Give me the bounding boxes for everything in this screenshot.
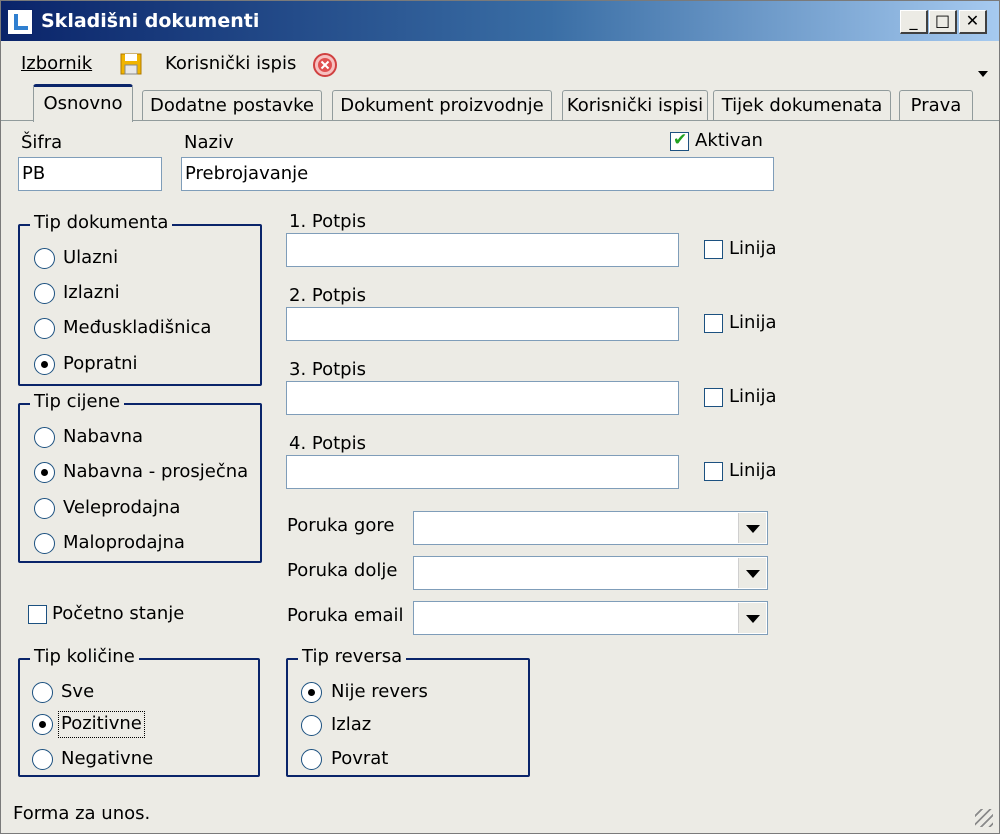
menu-izbornik[interactable]: Izbornik bbox=[21, 53, 92, 74]
naziv-input[interactable]: Prebrojavanje bbox=[181, 157, 774, 191]
radio-pozitivne[interactable] bbox=[32, 714, 53, 735]
cancel-icon[interactable] bbox=[312, 52, 338, 78]
radio-popratni[interactable] bbox=[34, 354, 55, 375]
radio-pozitivne-label: Pozitivne bbox=[61, 713, 142, 734]
radio-ulazni[interactable] bbox=[34, 248, 55, 269]
menu-bar: Izbornik Korisnički ispis bbox=[1, 45, 999, 83]
chevron-down-icon[interactable] bbox=[738, 558, 766, 588]
window: Skladišni dokumenti _ □ ✕ Izbornik Koris… bbox=[0, 0, 1000, 834]
tip-kolicine-title: Tip količine bbox=[30, 646, 139, 667]
radio-izlaz-label: Izlaz bbox=[331, 714, 372, 735]
radio-nabavna[interactable] bbox=[34, 427, 55, 448]
radio-izlazni[interactable] bbox=[34, 283, 55, 304]
potpis-2-linija-checkbox[interactable] bbox=[704, 314, 723, 333]
aktivan-label: Aktivan bbox=[695, 130, 763, 151]
tab-divider bbox=[1, 120, 999, 121]
potpis-1-label: 1. Potpis bbox=[289, 211, 366, 232]
potpis-3-linija-checkbox[interactable] bbox=[704, 388, 723, 407]
radio-nije-revers-label: Nije revers bbox=[331, 681, 428, 702]
tab-tijek-dokumenata[interactable]: Tijek dokumenata bbox=[713, 90, 891, 120]
potpis-1-input[interactable] bbox=[286, 233, 679, 267]
maximize-button[interactable]: □ bbox=[929, 10, 957, 34]
potpis-2-input[interactable] bbox=[286, 307, 679, 341]
status-text: Forma za unos. bbox=[13, 803, 151, 824]
radio-negativne-label: Negativne bbox=[61, 748, 154, 769]
radio-ulazni-label: Ulazni bbox=[63, 247, 119, 268]
tab-osnovno[interactable]: Osnovno bbox=[33, 84, 133, 122]
radio-nije-revers[interactable] bbox=[301, 682, 322, 703]
naziv-label: Naziv bbox=[184, 132, 234, 153]
radio-izlazni-label: Izlazni bbox=[63, 282, 120, 303]
sifra-label: Šifra bbox=[21, 132, 63, 153]
chevron-down-icon[interactable] bbox=[738, 603, 766, 633]
radio-maloprodajna-label: Maloprodajna bbox=[63, 532, 185, 553]
poruka-email-select[interactable] bbox=[413, 601, 768, 635]
poruka-email-label: Poruka email bbox=[287, 605, 404, 626]
overflow-arrow-icon[interactable] bbox=[978, 71, 988, 77]
potpis-4-label: 4. Potpis bbox=[289, 433, 366, 454]
tab-prava[interactable]: Prava bbox=[899, 90, 973, 120]
radio-maloprodajna[interactable] bbox=[34, 533, 55, 554]
radio-negativne[interactable] bbox=[32, 749, 53, 770]
close-button[interactable]: ✕ bbox=[959, 10, 987, 34]
status-bar: Forma za unos. bbox=[1, 793, 999, 833]
potpis-4-linija-label: Linija bbox=[729, 460, 777, 481]
menu-korisnicki-ispis[interactable]: Korisnički ispis bbox=[165, 53, 296, 74]
tip-dokumenta-title: Tip dokumenta bbox=[30, 212, 173, 233]
radio-popratni-label: Popratni bbox=[63, 353, 138, 374]
save-icon[interactable] bbox=[119, 52, 143, 76]
tab-strip: Osnovno Dodatne postavke Dokument proizv… bbox=[1, 84, 999, 122]
potpis-3-label: 3. Potpis bbox=[289, 359, 366, 380]
radio-sve[interactable] bbox=[32, 682, 53, 703]
tip-reversa-title: Tip reversa bbox=[298, 646, 407, 667]
radio-nabavna-prosjecna-label: Nabavna - prosječna bbox=[63, 461, 249, 482]
sifra-input[interactable]: PB bbox=[18, 157, 162, 191]
potpis-3-linija-label: Linija bbox=[729, 386, 777, 407]
minimize-button[interactable]: _ bbox=[900, 10, 928, 34]
potpis-3-input[interactable] bbox=[286, 381, 679, 415]
radio-sve-label: Sve bbox=[61, 681, 95, 702]
poruka-gore-select[interactable] bbox=[413, 511, 768, 545]
poruka-dolje-select[interactable] bbox=[413, 556, 768, 590]
radio-nabavna-prosjecna[interactable] bbox=[34, 462, 55, 483]
pocetno-stanje-checkbox[interactable] bbox=[28, 605, 47, 624]
tab-dokument-proizvodnje[interactable]: Dokument proizvodnje bbox=[332, 90, 552, 120]
radio-nabavna-label: Nabavna bbox=[63, 426, 144, 447]
tab-dodatne-postavke[interactable]: Dodatne postavke bbox=[142, 90, 322, 120]
potpis-2-linija-label: Linija bbox=[729, 312, 777, 333]
radio-izlaz[interactable] bbox=[301, 715, 322, 736]
resize-grip-icon[interactable] bbox=[975, 809, 993, 827]
menu-izbornik-label: Izbornik bbox=[21, 53, 93, 74]
tab-korisnicki-ispisi[interactable]: Korisnički ispisi bbox=[562, 90, 708, 120]
pocetno-stanje-label: Početno stanje bbox=[52, 603, 185, 624]
chevron-down-icon[interactable] bbox=[738, 513, 766, 543]
radio-meduskladisnica-label: Međuskladišnica bbox=[63, 317, 212, 338]
potpis-4-input[interactable] bbox=[286, 455, 679, 489]
window-title: Skladišni dokumenti bbox=[41, 10, 260, 32]
radio-povrat-label: Povrat bbox=[331, 748, 389, 769]
radio-veleprodajna[interactable] bbox=[34, 498, 55, 519]
tip-reversa-group: Tip reversa bbox=[286, 646, 530, 777]
radio-povrat[interactable] bbox=[301, 749, 322, 770]
potpis-1-linija-label: Linija bbox=[729, 238, 777, 259]
potpis-4-linija-checkbox[interactable] bbox=[704, 462, 723, 481]
potpis-1-linija-checkbox[interactable] bbox=[704, 240, 723, 259]
tip-cijene-title: Tip cijene bbox=[30, 391, 125, 412]
poruka-gore-label: Poruka gore bbox=[287, 515, 395, 536]
title-bar[interactable]: Skladišni dokumenti _ □ ✕ bbox=[1, 1, 999, 41]
radio-meduskladisnica[interactable] bbox=[34, 318, 55, 339]
aktivan-checkbox[interactable] bbox=[670, 130, 689, 151]
potpis-2-label: 2. Potpis bbox=[289, 285, 366, 306]
radio-veleprodajna-label: Veleprodajna bbox=[63, 497, 181, 518]
app-icon bbox=[7, 9, 33, 35]
poruka-dolje-label: Poruka dolje bbox=[287, 560, 398, 581]
